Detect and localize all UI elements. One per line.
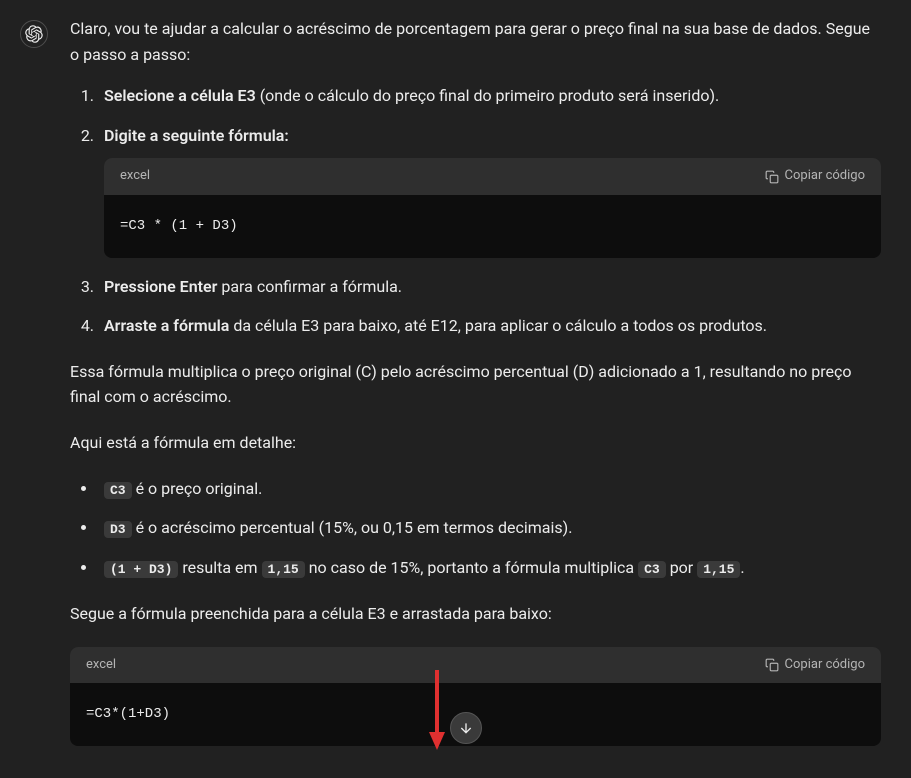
- detail-list: C3 é o preço original. D3 é o acréscimo …: [70, 476, 881, 581]
- inline-code-115b: 1,15: [697, 561, 740, 578]
- step-4-text: da célula E3 para baixo, até E12, para a…: [229, 316, 767, 335]
- step-3-bold: Pressione Enter: [104, 277, 217, 296]
- code-lang-2: excel: [86, 655, 116, 676]
- detail-text-3d: .: [740, 558, 744, 577]
- step-3-text: para confirmar a fórmula.: [217, 277, 402, 296]
- detail-text-1: é o preço original.: [132, 479, 263, 498]
- step-2-bold: Digite a seguinte fórmula:: [104, 126, 289, 145]
- step-3: Pressione Enter para confirmar a fórmula…: [98, 274, 881, 300]
- step-1-text: (onde o cálculo do preço final do primei…: [256, 86, 720, 105]
- detail-item-3: (1 + D3) resulta em 1,15 no caso de 15%,…: [98, 555, 881, 581]
- code-block-1: excel Copiar código =C3 * (1 + D3): [104, 158, 881, 257]
- detail-text-3c: por: [666, 558, 697, 577]
- step-4: Arraste a fórmula da célula E3 para baix…: [98, 313, 881, 339]
- copy-code-button-1[interactable]: Copiar código: [765, 166, 865, 187]
- detail-text-3a: resulta em: [178, 558, 261, 577]
- avatar-column: [20, 16, 60, 762]
- step-1: Selecione a célula E3 (onde o cálculo do…: [98, 83, 881, 109]
- copy-code-button-2[interactable]: Copiar código: [765, 655, 865, 676]
- code-header-2: excel Copiar código: [70, 647, 881, 684]
- scroll-down-button[interactable]: [450, 712, 482, 744]
- code-content-1: =C3 * (1 + D3): [104, 195, 881, 257]
- inline-code-c3b: C3: [638, 561, 666, 578]
- inline-code-c3: C3: [104, 482, 132, 499]
- copy-icon: [765, 170, 779, 184]
- openai-logo-icon: [25, 25, 43, 43]
- code-header-1: excel Copiar código: [104, 158, 881, 195]
- copy-icon: [765, 658, 779, 672]
- message-row: Claro, vou te ajudar a calcular o acrésc…: [0, 0, 911, 778]
- detail-item-1: C3 é o preço original.: [98, 476, 881, 502]
- detail-item-2: D3 é o acréscimo percentual (15%, ou 0,1…: [98, 515, 881, 541]
- arrow-down-icon: [458, 720, 474, 736]
- detail-text-3b: no caso de 15%, portanto a fórmula multi…: [305, 558, 638, 577]
- inline-code-1plusd3: (1 + D3): [104, 561, 178, 578]
- message-content: Claro, vou te ajudar a calcular o acrésc…: [60, 16, 891, 762]
- assistant-avatar: [20, 20, 48, 48]
- code-lang-1: excel: [120, 166, 150, 187]
- inline-code-115a: 1,15: [262, 561, 305, 578]
- intro-text: Claro, vou te ajudar a calcular o acrésc…: [70, 16, 881, 67]
- step-2: Digite a seguinte fórmula: excel Copiar …: [98, 123, 881, 258]
- explanation-para-2: Aqui está a fórmula em detalhe:: [70, 430, 881, 456]
- steps-list: Selecione a célula E3 (onde o cálculo do…: [70, 83, 881, 339]
- copy-label-1: Copiar código: [785, 166, 865, 187]
- step-4-bold: Arraste a fórmula: [104, 316, 229, 335]
- copy-label-2: Copiar código: [785, 655, 865, 676]
- explanation-para-1: Essa fórmula multiplica o preço original…: [70, 359, 881, 410]
- explanation-para-3: Segue a fórmula preenchida para a célula…: [70, 601, 881, 627]
- inline-code-d3: D3: [104, 521, 132, 538]
- step-1-bold: Selecione a célula E3: [104, 86, 256, 105]
- detail-text-2: é o acréscimo percentual (15%, ou 0,15 e…: [132, 518, 573, 537]
